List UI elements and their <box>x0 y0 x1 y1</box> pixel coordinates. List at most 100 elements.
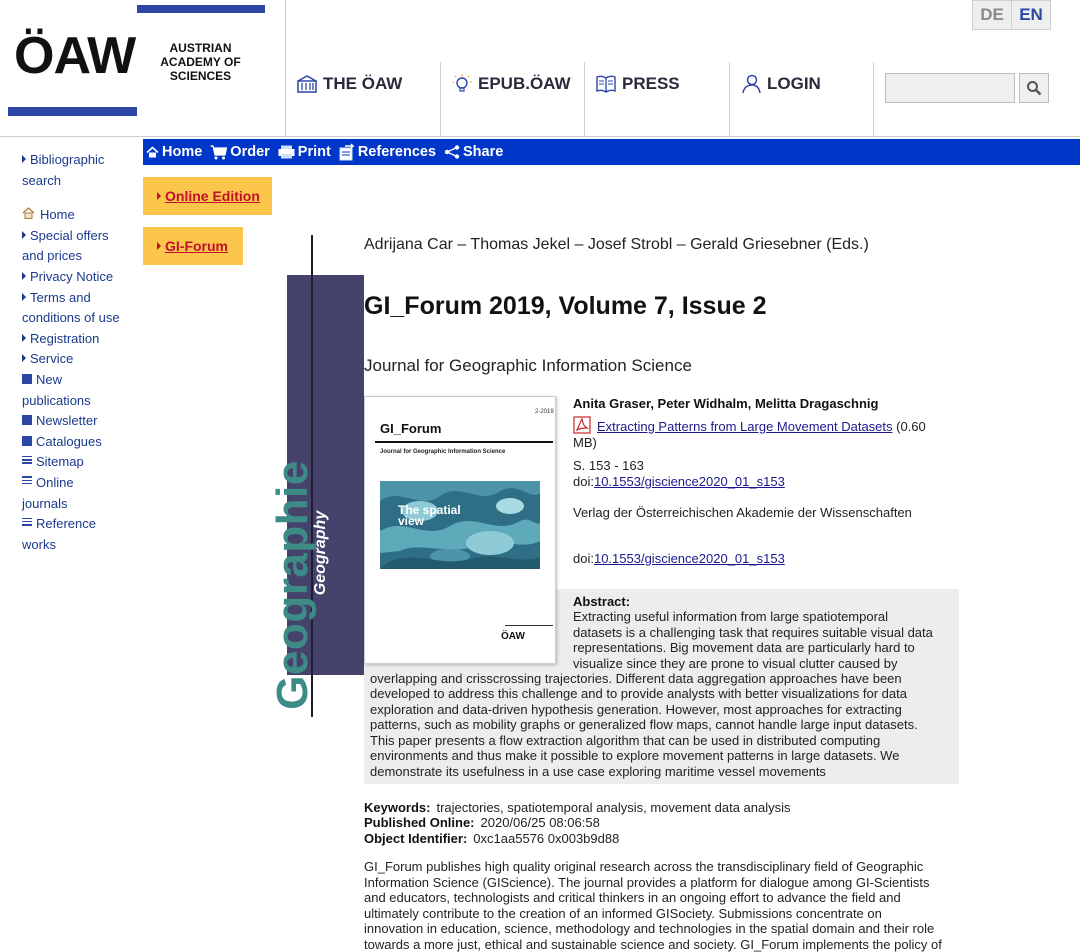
academy-name-line: AUSTRIAN <box>169 41 232 55</box>
sidebar: Bibliographic search Home Special offers… <box>22 150 122 555</box>
toolbar-home[interactable]: Home <box>146 144 202 160</box>
journal-description-line: GI_Forum publishes high quality original… <box>364 859 924 874</box>
nav-divider <box>285 0 286 136</box>
sidebar-item-label: Catalogues <box>36 433 102 449</box>
sidebar-item-label: Bibliographic search <box>22 152 105 188</box>
abstract-line: This paper presents a flow extraction al… <box>370 733 881 748</box>
doi-link[interactable]: 10.1553/giscience2020_01_s153 <box>594 551 785 566</box>
doi-link[interactable]: 10.1553/giscience2020_01_s153 <box>594 474 785 489</box>
abstract-line: patterns, such as mobility graphs or gen… <box>370 717 918 732</box>
object-identifier: Object Identifier: 0xc1aa5576 0x003b9d88 <box>364 831 619 846</box>
sidebar-item-label: Registration <box>30 330 100 346</box>
sidebar-item-online-journals[interactable]: Online journals <box>22 473 122 514</box>
journal-description-line: Information Science (GIScience). The jou… <box>364 875 930 890</box>
book-icon <box>596 75 616 93</box>
sidebar-item-label: Privacy Notice <box>30 268 114 284</box>
sidebar-item-terms[interactable]: Terms and conditions of use <box>22 288 122 329</box>
abstract-line: developed to address this challenge and … <box>370 686 907 701</box>
triangle-bullet-icon <box>157 242 161 250</box>
cover-publisher-mark: ÖAW <box>501 631 525 642</box>
toolbar-label: References <box>357 144 437 160</box>
object-identifier-value: 0xc1aa5576 0x003b9d88 <box>473 831 620 846</box>
button-label: GI-Forum <box>165 238 228 254</box>
sidebar-item-newsletter[interactable]: Newsletter <box>22 411 122 432</box>
doi-prefix: doi: <box>573 551 594 566</box>
abstract-label: Abstract: <box>573 594 631 609</box>
logo-bar-top <box>137 5 265 13</box>
triangle-bullet-icon <box>157 192 161 200</box>
toolbar-references[interactable]: References <box>339 143 436 161</box>
sidebar-item-sitemap[interactable]: Sitemap <box>22 452 122 473</box>
logo-bar-bottom <box>8 107 137 116</box>
sidebar-item-special-offers[interactable]: Special offers and prices <box>22 226 122 267</box>
sidebar-item-label: Sitemap <box>36 454 84 470</box>
sidebar-item-label: Home <box>40 207 75 223</box>
toolbar-print[interactable]: Print <box>278 144 331 160</box>
sidebar-item-label: New publications <box>22 371 91 408</box>
search-input[interactable] <box>885 73 1015 103</box>
gi-forum-button[interactable]: GI-Forum <box>143 227 243 265</box>
nav-divider <box>729 62 730 136</box>
doi-line: doi:10.1553/giscience2020_01_s153 <box>573 551 785 566</box>
search-icon <box>1027 81 1042 96</box>
sidebar-item-home[interactable]: Home <box>22 205 122 226</box>
abstract-line: datasets is a challenging task that requ… <box>573 625 933 640</box>
cover-foot-rule <box>505 625 553 626</box>
published-value: 2020/06/25 08:06:58 <box>480 815 600 830</box>
language-en[interactable]: EN <box>1011 0 1051 30</box>
cover-subtitle: Journal for Geographic Information Scien… <box>380 449 506 455</box>
sidebar-item-catalogues[interactable]: Catalogues <box>22 432 122 453</box>
oaw-logo[interactable]: ÖAW <box>14 26 136 86</box>
search-button[interactable] <box>1019 73 1049 103</box>
pdf-icon[interactable] <box>573 416 591 434</box>
square-bullet-icon <box>22 435 32 446</box>
toolbar-share[interactable]: Share <box>444 144 503 160</box>
action-toolbar: Home Order Print References Share <box>143 139 1080 165</box>
sidebar-item-label: Service <box>30 351 74 367</box>
nav-epub-oaw[interactable]: EPUB.ÖAW <box>452 72 571 96</box>
sidebar-item-new-publications[interactable]: New publications <box>22 370 122 411</box>
abstract-line: exploration and data-driven hypothesis g… <box>370 702 902 717</box>
nav-divider <box>873 62 874 136</box>
pdf-download-link[interactable]: Extracting Patterns from Large Movement … <box>597 419 893 434</box>
cover-rule <box>375 441 553 443</box>
abstract-line: Extracting useful information from large… <box>573 609 889 624</box>
print-icon <box>278 145 295 159</box>
triangle-bullet-icon <box>22 271 26 280</box>
online-edition-button[interactable]: Online Edition <box>143 177 272 215</box>
language-de[interactable]: DE <box>972 0 1012 30</box>
doi-line: doi:10.1553/giscience2020_01_s153 <box>573 474 785 489</box>
toolbar-label: Print <box>297 144 331 160</box>
triangle-bullet-icon <box>22 354 26 363</box>
sidebar-item-label: Newsletter <box>36 413 98 429</box>
square-bullet-icon <box>22 373 32 384</box>
sidebar-item-label: Reference works <box>22 516 96 552</box>
cover-issue: 2-2019 <box>535 409 554 415</box>
abstract-line: visualize since they are prone to visual… <box>573 656 898 671</box>
sidebar-item-bibliographic-search[interactable]: Bibliographic search <box>22 150 122 191</box>
list-lines-icon <box>22 475 32 486</box>
toolbar-order[interactable]: Order <box>210 144 270 160</box>
nav-divider <box>584 62 585 136</box>
doi-prefix: doi: <box>573 474 594 489</box>
journal-description-line: innovation in education, science, method… <box>364 921 935 936</box>
abstract-line: representations. Big movement data are p… <box>573 640 915 655</box>
nav-label: EPUB.ÖAW <box>478 74 571 93</box>
series-name-german: Geographie <box>268 460 317 710</box>
home-icon <box>22 207 35 220</box>
sidebar-item-privacy-notice[interactable]: Privacy Notice <box>22 267 122 288</box>
academy-name-line: SCIENCES <box>169 69 232 83</box>
nav-login[interactable]: LOGIN <box>741 72 821 96</box>
nav-press[interactable]: PRESS <box>596 72 680 96</box>
sidebar-item-reference-works[interactable]: Reference works <box>22 514 122 555</box>
keywords-value: trajectories, spatiotemporal analysis, m… <box>436 800 791 815</box>
sidebar-item-registration[interactable]: Registration <box>22 329 122 350</box>
sidebar-item-service[interactable]: Service <box>22 349 122 370</box>
list-lines-icon <box>22 516 32 527</box>
nav-label: PRESS <box>622 74 680 93</box>
building-icon <box>297 75 317 93</box>
published-online: Published Online: 2020/06/25 08:06:58 <box>364 815 600 830</box>
page-range: S. 153 - 163 <box>573 458 644 473</box>
nav-the-oaw[interactable]: THE ÖAW <box>297 72 402 96</box>
nav-label: THE ÖAW <box>323 74 403 93</box>
